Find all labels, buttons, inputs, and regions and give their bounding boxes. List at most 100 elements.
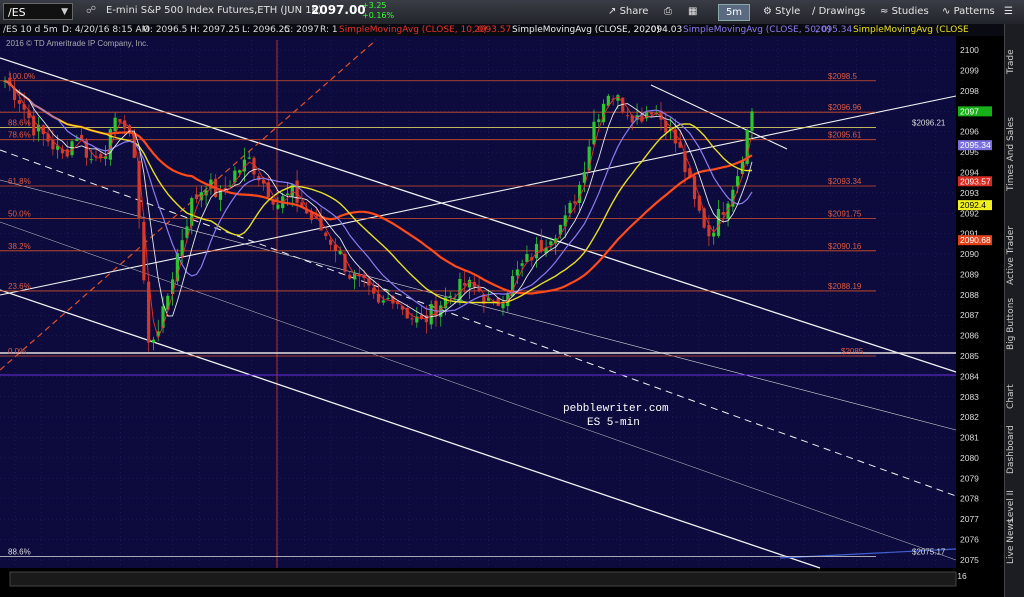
info-sma-next: SimpleMovingAvg (CLOSE [853, 25, 969, 35]
symbol-selector[interactable]: /ES ▼ [3, 3, 73, 20]
info-low: L: 2096.25 [242, 25, 291, 35]
side-tab-level-ii[interactable]: Level II [1006, 490, 1016, 522]
candle-body [625, 115, 630, 117]
y-tick-label: 2075 [960, 555, 979, 565]
candle-body [410, 318, 414, 320]
side-tab-trade[interactable]: Trade [1006, 49, 1016, 74]
price-bubble-label: 2092.4 [960, 200, 986, 210]
y-tick-label: 2085 [960, 351, 979, 361]
menu-icon[interactable]: ☰ [1004, 3, 1013, 20]
candle-body [295, 180, 299, 203]
y-tick-label: 2084 [960, 371, 979, 381]
fib-pct-label: 88.6% [8, 118, 31, 127]
fib-price-label: $2098.5 [828, 72, 857, 81]
print-icon[interactable]: ⎙ [664, 3, 672, 20]
watermark-caption: ES 5-min [587, 417, 640, 429]
y-tick-label: 2098 [960, 86, 979, 96]
info-sma10-value: 2093.57 [474, 25, 512, 35]
candle-body [640, 115, 644, 122]
candle-body [65, 149, 69, 157]
drawings-icon: ∕ [812, 6, 816, 17]
fib-pct-label: 50.0% [8, 209, 31, 218]
side-tab-live-news[interactable]: Live News [1006, 519, 1016, 565]
candle-body [697, 195, 701, 211]
fib-pct-label: 78.6% [8, 131, 31, 140]
side-tab-chart[interactable]: Chart [1006, 384, 1016, 409]
fib-price-label: $2091.75 [828, 209, 862, 218]
fib-pct-label: 0.0% [8, 347, 26, 356]
y-tick-label: 2087 [960, 310, 979, 320]
style-button[interactable]: ⚙ Style [763, 3, 800, 20]
candle-body [247, 157, 251, 159]
side-tab-times-and-sales[interactable]: Times And Sales [1006, 117, 1016, 191]
info-sma50: SimpleMovingAvg (CLOSE, 50, 0) [683, 25, 831, 35]
candle-body [549, 241, 553, 246]
share-icon: ↗ [608, 6, 617, 17]
fib-pct-label: 61.8% [8, 177, 31, 186]
info-sma50-value: 2095.34 [815, 25, 853, 35]
y-tick-label: 2100 [960, 45, 979, 55]
candle-body [573, 201, 577, 204]
fib-price-label: $2090.16 [828, 242, 862, 251]
drawings-button[interactable]: ∕ Drawings [812, 3, 865, 20]
candle-body [429, 304, 433, 325]
gear-icon: ⚙ [763, 6, 772, 17]
share-button[interactable]: ↗ Share [608, 3, 648, 20]
net-change: +3.25 [362, 1, 387, 10]
fib-price-label: $2075.17 [912, 547, 946, 556]
link-icon[interactable]: ☍ [86, 5, 96, 16]
instrument-title: E-mini S&P 500 Index Futures,ETH (JUN 16… [106, 5, 322, 16]
candle-body [118, 119, 122, 123]
candle-body [75, 138, 79, 142]
fib-price-label: $2096.96 [828, 103, 862, 112]
price-bubble-label: 2090.68 [960, 235, 991, 245]
price-chart[interactable]: 100.0% $2098.5 $2096.96 88.6% $2096.21 78.6% $… [0, 36, 1004, 597]
patterns-label: Patterns [953, 6, 995, 17]
candle-body [329, 239, 333, 245]
last-price: 2097.00 [311, 3, 366, 17]
info-date: D: 4/20/16 8:15 AM [62, 25, 150, 35]
patterns-button[interactable]: ∿ Patterns [942, 3, 995, 20]
fib-pct-label: 100.0% [8, 72, 35, 81]
info-high: H: 2097.25 [190, 25, 240, 35]
style-label: Style [775, 6, 801, 17]
timeframe-selector[interactable]: 5m [718, 4, 750, 21]
candle-body [448, 295, 452, 297]
side-tab-big-buttons[interactable]: Big Buttons [1006, 298, 1016, 350]
y-tick-label: 2083 [960, 392, 979, 402]
candle-body [17, 100, 21, 104]
candle-body [750, 111, 754, 131]
candle-body [348, 274, 352, 279]
fib-price-label: $2085 [841, 347, 864, 356]
fib-pct-label: 88.6% [8, 547, 31, 556]
candle-body [525, 254, 529, 262]
drawings-label: Drawings [818, 6, 866, 17]
horizontal-scrollbar[interactable] [9, 571, 957, 587]
candle-body [453, 298, 457, 300]
side-tab-active-trader[interactable]: Active Trader [1006, 226, 1016, 285]
watermark-site: pebblewriter.com [563, 403, 669, 415]
fib-price-label: $2093.34 [828, 177, 862, 186]
candle-body [381, 300, 385, 303]
studies-button[interactable]: ≈ Studies [880, 3, 929, 20]
candle-body [649, 112, 654, 115]
info-symbol: /ES 10 d 5m [3, 25, 58, 35]
candle-body [238, 170, 242, 173]
candle-body [194, 194, 199, 200]
fib-pct-label: 38.2% [8, 242, 31, 251]
chevron-down-icon: ▼ [61, 7, 68, 17]
y-tick-label: 2099 [960, 66, 979, 76]
patterns-icon: ∿ [942, 6, 951, 17]
candle-body [170, 279, 175, 294]
fib-price-label: $2095.61 [828, 131, 862, 140]
y-tick-label: 2086 [960, 331, 979, 341]
copyright: 2016 © TD Ameritrade IP Company, Inc. [6, 39, 148, 48]
calendar-icon[interactable]: ▦ [688, 3, 697, 20]
candle-body [515, 269, 519, 276]
x-tick-label: 16 [957, 571, 967, 581]
share-label: Share [619, 6, 649, 17]
candle-body [712, 232, 716, 237]
side-tab-dashboard[interactable]: Dashboard [1006, 425, 1016, 474]
candle-body [89, 159, 93, 161]
studies-icon: ≈ [880, 6, 889, 17]
